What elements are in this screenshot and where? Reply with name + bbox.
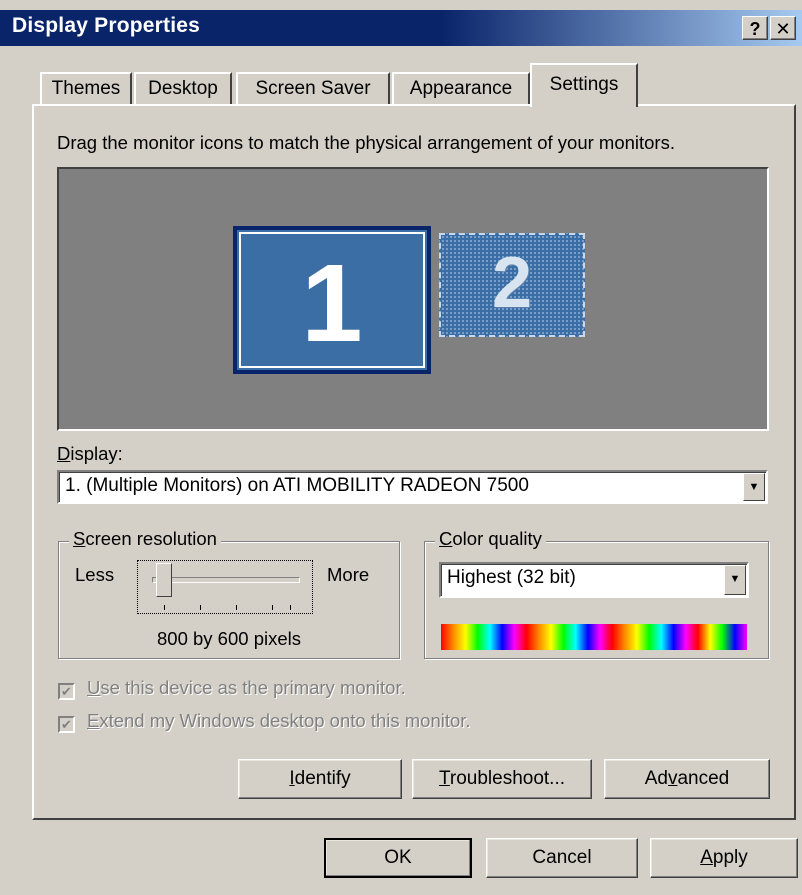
color-quality-title-accel: C (439, 528, 453, 549)
monitor-2-icon[interactable]: 2 (439, 233, 585, 337)
tab-label: Appearance (409, 78, 513, 99)
ok-button[interactable]: OK (324, 838, 472, 878)
display-select[interactable]: 1. (Multiple Monitors) on ATI MOBILITY R… (57, 470, 768, 504)
identify-rest: dentify (294, 768, 351, 789)
resolution-value: 800 by 600 pixels (157, 628, 301, 649)
title-bar[interactable]: Display Properties ? ✕ (0, 10, 802, 46)
help-button[interactable]: ? (742, 16, 768, 40)
monitor-1-number: 1 (301, 242, 363, 365)
extend-desktop-checkbox[interactable]: ✔ Extend my Windows desktop onto this mon… (58, 710, 471, 733)
screen-resolution-group: Screen resolution Less More 800 by 600 p… (58, 528, 400, 659)
display-label-rest: isplay: (70, 443, 123, 464)
tab-appearance[interactable]: Appearance (392, 72, 530, 105)
tab-label: Screen Saver (255, 78, 371, 99)
color-quality-title-rest: olor quality (452, 528, 542, 549)
window-title: Display Properties (12, 14, 201, 37)
display-label: Display: (57, 443, 123, 465)
resolution-slider[interactable] (137, 560, 313, 614)
close-button[interactable]: ✕ (770, 16, 796, 40)
slider-tick (200, 605, 201, 610)
tab-label: Themes (51, 78, 121, 99)
primary-monitor-label-rest: se this device as the primary monitor. (100, 677, 406, 698)
advanced-button[interactable]: Advanced (604, 759, 770, 799)
checkbox-checked-icon[interactable]: ✔ (58, 683, 75, 700)
tab-screen-saver[interactable]: Screen Saver (236, 72, 390, 105)
color-quality-title: Color quality (435, 528, 546, 550)
screen-resolution-title-rest: creen resolution (85, 528, 217, 549)
extend-desktop-label-accel: E (87, 710, 100, 731)
chevron-down-icon[interactable]: ▼ (724, 565, 746, 595)
extend-desktop-label: Extend my Windows desktop onto this moni… (87, 710, 471, 731)
slider-more-label: More (327, 564, 370, 585)
slider-tick (164, 605, 165, 610)
troubleshoot-accel: T (438, 768, 450, 789)
display-properties-dialog: Display Properties ? ✕ Themes Desktop Sc… (0, 0, 802, 895)
color-quality-select[interactable]: Highest (32 bit) ▼ (439, 562, 749, 598)
apply-accel: A (700, 847, 713, 868)
ok-label: OK (384, 847, 412, 868)
advanced-rest: anced (677, 768, 730, 789)
cancel-label: Cancel (532, 847, 592, 868)
apply-button[interactable]: Apply (650, 838, 798, 878)
troubleshoot-rest: roubleshoot... (449, 768, 566, 789)
troubleshoot-button[interactable]: Troubleshoot... (412, 759, 592, 799)
slider-tick (290, 605, 291, 610)
cancel-button[interactable]: Cancel (486, 838, 638, 878)
extend-desktop-label-rest: xtend my Windows desktop onto this monit… (99, 710, 471, 731)
slider-track (152, 577, 300, 583)
slider-tick (236, 605, 237, 610)
apply-rest: pply (712, 847, 748, 868)
tab-desktop[interactable]: Desktop (134, 72, 232, 105)
close-icon: ✕ (775, 19, 791, 39)
screen-resolution-title-accel: S (73, 528, 86, 549)
checkbox-checked-icon[interactable]: ✔ (58, 716, 75, 733)
tab-themes[interactable]: Themes (40, 72, 132, 105)
tab-label: Settings (549, 74, 619, 95)
primary-monitor-label: Use this device as the primary monitor. (87, 677, 406, 698)
tab-label: Desktop (148, 78, 218, 99)
monitor-1-icon[interactable]: 1 (233, 226, 431, 374)
instructions-text: Drag the monitor icons to match the phys… (57, 132, 675, 153)
primary-monitor-label-accel: U (87, 677, 101, 698)
monitor-arrangement-area[interactable]: 1 2 (57, 167, 769, 431)
color-quality-value: Highest (32 bit) (447, 567, 576, 588)
identify-button[interactable]: Identify (238, 759, 402, 799)
color-quality-group: Color quality Highest (32 bit) ▼ (424, 528, 769, 659)
screen-resolution-title: Screen resolution (69, 528, 221, 550)
monitor-2-number: 2 (491, 243, 533, 323)
tab-settings[interactable]: Settings (530, 63, 638, 107)
primary-monitor-checkbox[interactable]: ✔ Use this device as the primary monitor. (58, 677, 406, 700)
slider-less-label: Less (75, 564, 115, 585)
color-spectrum-bar (441, 624, 747, 650)
slider-tick (272, 605, 273, 610)
advanced-pre: Ad (644, 768, 668, 789)
slider-thumb[interactable] (156, 563, 172, 597)
help-icon: ? (749, 19, 761, 39)
chevron-down-icon[interactable]: ▼ (743, 473, 765, 501)
display-select-value: 1. (Multiple Monitors) on ATI MOBILITY R… (65, 475, 529, 496)
display-label-accel: D (57, 443, 71, 464)
